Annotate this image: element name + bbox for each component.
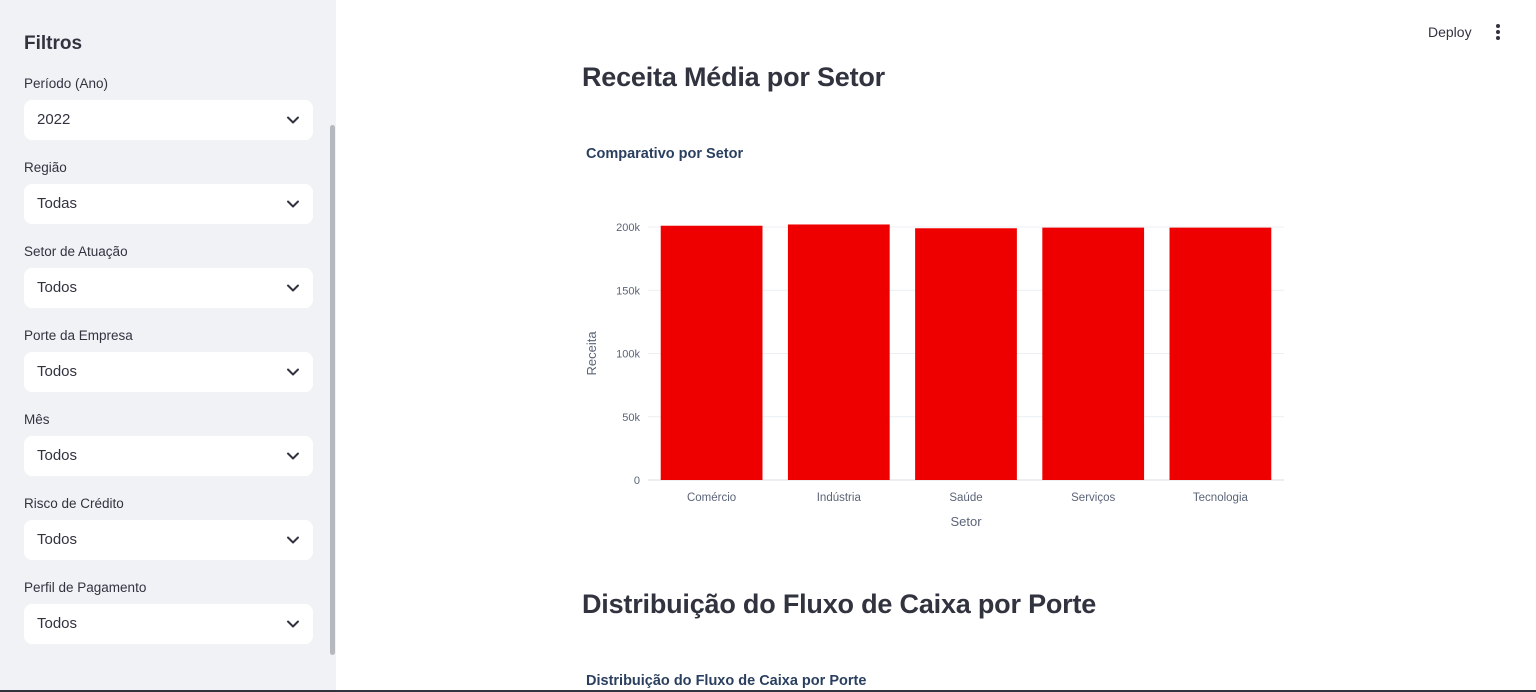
select-value: Todas: [37, 195, 78, 212]
sidebar: Filtros Período (Ano) 2022 Região Todas …: [0, 0, 336, 692]
select-value: Todos: [37, 363, 78, 380]
x-tick-label: Indústria: [817, 492, 862, 504]
sidebar-scrollbar[interactable]: [330, 125, 335, 655]
select-risco[interactable]: Todos: [24, 520, 313, 560]
filter-label: Risco de Crédito: [24, 496, 124, 511]
select-value: Todos: [37, 279, 78, 296]
filter-regiao: Região Todas: [24, 158, 313, 224]
chevron-down-icon: [287, 536, 299, 544]
chevron-down-icon: [287, 452, 299, 460]
filter-setor: Setor de Atuação Todos: [24, 242, 313, 308]
select-porte[interactable]: Todos: [24, 352, 313, 392]
filter-label: Região: [24, 160, 67, 175]
filter-risco: Risco de Crédito Todos: [24, 494, 313, 560]
select-pagamento[interactable]: Todos: [24, 604, 313, 644]
chevron-down-icon: [287, 284, 299, 292]
deploy-button[interactable]: Deploy: [1420, 20, 1480, 44]
select-value: Todos: [37, 531, 78, 548]
select-periodo[interactable]: 2022: [24, 100, 313, 140]
chevron-down-icon: [287, 620, 299, 628]
y-tick-label: 150k: [616, 285, 640, 297]
y-tick-label: 0: [634, 475, 640, 487]
bar: [1042, 227, 1145, 480]
x-tick-label: Comércio: [687, 492, 736, 504]
more-vertical-icon[interactable]: [1488, 20, 1508, 44]
bar: [1169, 227, 1272, 480]
y-axis-title: Receita: [584, 331, 599, 376]
bar-chart-receita: 0 50k 100k 150k 200k Comércio Indústria Saúde Se…: [584, 222, 1284, 529]
section-title-fluxo: Distribuição do Fluxo de Caixa por Porte: [582, 589, 1097, 619]
sidebar-title: Filtros: [24, 33, 83, 54]
chevron-down-icon: [287, 368, 299, 376]
x-axis-title: Setor: [950, 514, 982, 529]
chevron-down-icon: [287, 200, 299, 208]
filter-mes: Mês Todos: [24, 410, 313, 476]
x-tick-label: Serviços: [1071, 492, 1115, 504]
x-tick-label: Tecnologia: [1193, 492, 1249, 504]
y-tick-label: 100k: [616, 349, 640, 361]
y-tick-label: 200k: [616, 222, 640, 234]
chart-title-fluxo: Distribuição do Fluxo de Caixa por Porte: [586, 673, 867, 689]
filter-label: Setor de Atuação: [24, 244, 128, 259]
filter-label: Porte da Empresa: [24, 328, 133, 343]
bar: [915, 228, 1017, 480]
select-value: 2022: [37, 111, 71, 128]
filter-pagamento: Perfil de Pagamento Todos: [24, 578, 313, 644]
filter-label: Mês: [24, 412, 50, 427]
select-value: Todos: [37, 615, 78, 632]
select-mes[interactable]: Todos: [24, 436, 313, 476]
chart-title: Comparativo por Setor: [586, 146, 744, 162]
filter-periodo: Período (Ano) 2022: [24, 74, 313, 140]
bar: [787, 224, 890, 480]
bar: [660, 225, 763, 480]
filter-label: Período (Ano): [24, 76, 109, 91]
y-tick-label: 50k: [622, 412, 640, 424]
select-regiao[interactable]: Todas: [24, 184, 313, 224]
section-title-receita: Receita Média por Setor: [582, 62, 885, 92]
filter-label: Perfil de Pagamento: [24, 580, 147, 595]
x-tick-label: Saúde: [949, 492, 982, 504]
select-value: Todos: [37, 447, 78, 464]
chevron-down-icon: [287, 116, 299, 124]
filter-porte: Porte da Empresa Todos: [24, 326, 313, 392]
select-setor[interactable]: Todos: [24, 268, 313, 308]
